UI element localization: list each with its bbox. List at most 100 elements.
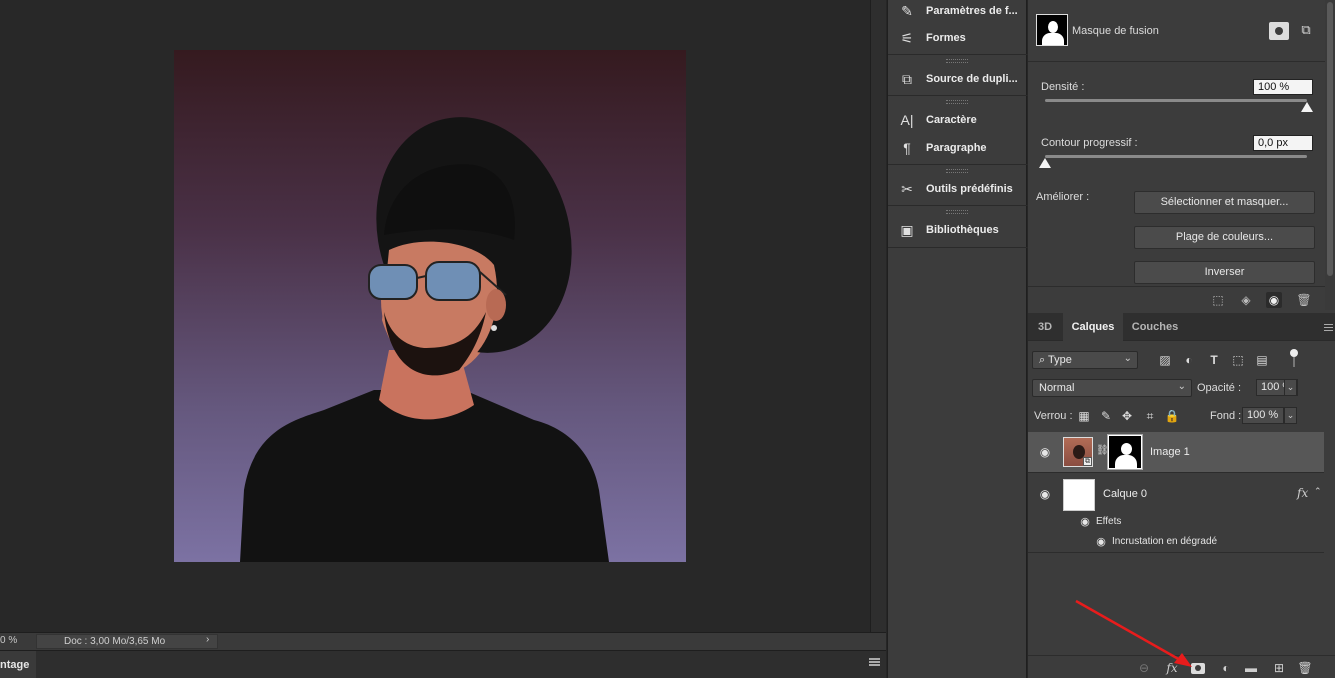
- dock-grip[interactable]: [946, 59, 968, 63]
- new-layer-icon[interactable]: ⊞: [1271, 660, 1287, 676]
- properties-footer: ⬚ ◈ ◉ 🗑: [1028, 286, 1325, 312]
- dock-item-character[interactable]: A| Caractère: [896, 109, 1021, 131]
- layer-mask-thumbnail[interactable]: [1107, 434, 1143, 470]
- eye-icon[interactable]: ◉: [1036, 487, 1054, 503]
- right-panel-column: Masque de fusion ⧉ Densité : 100 % Conto…: [1028, 0, 1335, 678]
- document-canvas-area[interactable]: [0, 0, 870, 632]
- feather-slider-track[interactable]: [1045, 155, 1307, 158]
- filter-adjustment-layer-icon[interactable]: ◐: [1181, 352, 1197, 368]
- zoom-readout[interactable]: 0 %: [0, 635, 34, 646]
- fill-label: Fond :: [1210, 410, 1242, 422]
- vector-mask-add-icon[interactable]: ⧉: [1297, 22, 1315, 40]
- layer-row-calque-0[interactable]: ◉ Calque 0 fx ⌃ ◉ Effets ◉ Incrustation …: [1028, 473, 1324, 553]
- density-slider-track[interactable]: [1045, 99, 1307, 102]
- apply-mask-icon[interactable]: ◈: [1238, 292, 1254, 308]
- density-value-field[interactable]: 100 %: [1253, 79, 1313, 95]
- new-adjustment-layer-icon[interactable]: ◐: [1218, 660, 1234, 676]
- add-layer-style-fx-icon[interactable]: fx: [1164, 660, 1180, 676]
- filter-toggle-switch[interactable]: [1290, 349, 1298, 367]
- lock-position-icon[interactable]: ✥: [1119, 408, 1135, 424]
- dock-item-brush-presets[interactable]: ⚟ Formes: [896, 27, 1021, 49]
- scrollbar-thumb[interactable]: [1327, 2, 1333, 276]
- filter-type-layer-icon[interactable]: T: [1206, 352, 1222, 368]
- effect-gradient-overlay-row[interactable]: ◉ Incrustation en dégradé: [1058, 532, 1324, 552]
- tab-layers[interactable]: Calques: [1063, 313, 1123, 341]
- chevron-up-icon[interactable]: ⌃: [1314, 486, 1322, 497]
- link-layers-icon[interactable]: ⊖: [1136, 660, 1152, 676]
- toggle-mask-visibility-icon[interactable]: ◉: [1266, 292, 1282, 308]
- tab-channels[interactable]: Couches: [1124, 313, 1186, 341]
- filter-pixel-layer-icon[interactable]: ▨: [1157, 352, 1173, 368]
- dock-item-tool-presets[interactable]: ✂ Outils prédéfinis: [896, 178, 1021, 200]
- layer-name[interactable]: Image 1: [1150, 446, 1190, 458]
- opacity-label: Opacité :: [1197, 382, 1242, 394]
- layer-thumbnail[interactable]: [1063, 479, 1095, 511]
- status-menu-chevron-icon[interactable]: ›: [206, 634, 209, 645]
- new-group-folder-icon[interactable]: ▬: [1243, 660, 1259, 676]
- portrait-image: [240, 117, 609, 562]
- dock-item-label: Paramètres de f...: [926, 5, 1018, 17]
- density-slider-thumb[interactable]: [1301, 102, 1313, 112]
- filter-type-value: Type: [1048, 354, 1072, 366]
- dock-grip[interactable]: [946, 100, 968, 104]
- eye-icon[interactable]: ◉: [1094, 535, 1108, 549]
- layers-panel-menu-icon[interactable]: [1324, 324, 1333, 331]
- add-layer-mask-icon[interactable]: [1191, 663, 1205, 674]
- document-artwork[interactable]: [174, 50, 686, 562]
- canvas-vertical-scrollbar[interactable]: [870, 0, 886, 632]
- right-panel-scrollbar[interactable]: [1325, 0, 1335, 310]
- select-and-mask-button[interactable]: Sélectionner et masquer...: [1134, 191, 1315, 214]
- delete-layer-icon[interactable]: 🗑: [1297, 660, 1313, 676]
- dock-item-brush-settings[interactable]: ✎ Paramètres de f...: [896, 0, 1021, 22]
- dock-item-clone-source[interactable]: ⧉ Source de dupli...: [896, 68, 1021, 90]
- tab-3d[interactable]: 3D: [1028, 313, 1062, 341]
- dock-item-label: Outils prédéfinis: [926, 183, 1013, 195]
- mask-thumbnail: [1036, 14, 1068, 46]
- fx-icon[interactable]: fx: [1297, 486, 1308, 500]
- dock-group-clone: ⧉ Source de dupli...: [888, 56, 1028, 96]
- load-selection-icon[interactable]: ⬚: [1210, 292, 1226, 308]
- effect-name: Incrustation en dégradé: [1112, 536, 1218, 547]
- color-range-button[interactable]: Plage de couleurs...: [1134, 226, 1315, 249]
- paragraph-icon: ¶: [903, 140, 911, 156]
- filter-shape-layer-icon[interactable]: ⬚: [1230, 352, 1246, 368]
- layer-filter-type-select[interactable]: ⌕ Type ⌄: [1032, 351, 1138, 369]
- pixel-mask-button[interactable]: [1269, 22, 1289, 40]
- lock-artboard-icon[interactable]: ⌗: [1142, 408, 1158, 424]
- dock-item-libraries[interactable]: ▣ Bibliothèques: [896, 219, 1021, 241]
- feather-slider-thumb[interactable]: [1039, 158, 1051, 168]
- opacity-dropdown-chevron-icon[interactable]: ⌄: [1284, 379, 1297, 396]
- blend-mode-select[interactable]: Normal ⌄: [1032, 379, 1192, 397]
- feather-value-field[interactable]: 0,0 px: [1253, 135, 1313, 151]
- layer-name[interactable]: Calque 0: [1103, 488, 1147, 500]
- filter-smart-object-icon[interactable]: ▤: [1254, 352, 1270, 368]
- dock-grip[interactable]: [946, 169, 968, 173]
- dock-item-label: Source de dupli...: [926, 73, 1018, 85]
- eye-icon[interactable]: ◉: [1036, 445, 1054, 461]
- dock-grip[interactable]: [946, 210, 968, 214]
- fill-field[interactable]: 100 %: [1242, 407, 1284, 424]
- blend-mode-value: Normal: [1039, 382, 1075, 394]
- link-chain-icon[interactable]: ⛓: [1096, 445, 1109, 459]
- properties-title: Masque de fusion: [1072, 25, 1159, 37]
- dock-group-type: A| Caractère ¶ Paragraphe: [888, 97, 1028, 165]
- lock-image-pixels-icon[interactable]: ✎: [1098, 408, 1114, 424]
- timeline-tab[interactable]: ntage: [0, 651, 36, 678]
- eye-icon[interactable]: ◉: [1078, 515, 1092, 529]
- lock-transparent-pixels-icon[interactable]: ▦: [1076, 408, 1092, 424]
- layer-row-image-1[interactable]: ◉ ⧉ ⛓ Image 1: [1028, 432, 1324, 473]
- layers-panel-tabs: 3D Calques Couches: [1028, 313, 1335, 341]
- dock-item-paragraph[interactable]: ¶ Paragraphe: [896, 137, 1021, 159]
- effects-row[interactable]: ◉ Effets: [1058, 512, 1324, 532]
- density-label: Densité :: [1041, 81, 1085, 93]
- delete-mask-icon[interactable]: 🗑: [1296, 292, 1312, 308]
- layers-panel-footer: ⊖ fx ◐ ▬ ⊞ 🗑: [1028, 655, 1335, 678]
- refine-label: Améliorer :: [1036, 191, 1090, 203]
- fill-dropdown-chevron-icon[interactable]: ⌄: [1284, 407, 1297, 424]
- panel-menu-icon[interactable]: [869, 658, 880, 666]
- lock-all-icon[interactable]: 🔒: [1164, 408, 1180, 424]
- invert-button[interactable]: Inverser: [1134, 261, 1315, 284]
- dock-item-label: Formes: [926, 32, 966, 44]
- layer-thumbnail[interactable]: ⧉: [1063, 437, 1093, 467]
- brush-settings-icon: ✎: [901, 2, 913, 19]
